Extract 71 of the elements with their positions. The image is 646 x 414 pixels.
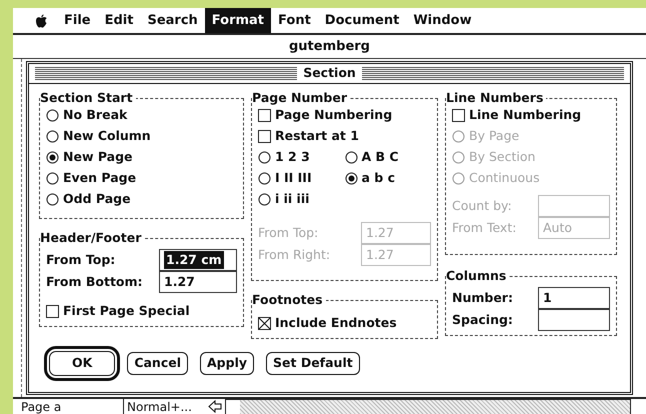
checkbox[interactable] <box>258 130 271 143</box>
option-label: Odd Page <box>63 190 131 208</box>
title-bar-stripes[interactable] <box>362 67 624 80</box>
dialog-button[interactable]: Cancel <box>127 352 188 375</box>
title-bar-stripes[interactable] <box>35 67 298 80</box>
field-label: From Bottom: <box>46 272 143 291</box>
input-field[interactable] <box>538 195 610 217</box>
field-label: Number: <box>452 288 513 307</box>
radio-button[interactable] <box>46 109 59 122</box>
input-field[interactable]: 1.27 <box>159 271 237 293</box>
option-label: Include Endnotes <box>275 314 397 332</box>
option-label: i ii iii <box>275 190 310 208</box>
group-title: Section Start <box>40 91 134 105</box>
input-field[interactable] <box>538 309 610 331</box>
field-label: From Top: <box>46 250 116 269</box>
apple-icon[interactable] <box>35 14 47 28</box>
field-label: From Right: <box>258 246 330 264</box>
radio-button[interactable] <box>344 151 358 164</box>
checkbox[interactable] <box>258 317 271 330</box>
option-label: Line Numbering <box>469 106 582 124</box>
field-label: From Text: <box>452 218 516 237</box>
radio-button[interactable] <box>46 130 59 143</box>
input-field[interactable]: 1 <box>538 287 610 309</box>
menu-item[interactable]: Font <box>271 8 318 34</box>
field-label: Count by: <box>452 196 512 215</box>
scroll-left-icon[interactable] <box>208 400 222 413</box>
option-label: Continuous <box>469 169 540 188</box>
option-label: Restart at 1 <box>275 127 359 146</box>
radio-selected[interactable] <box>344 172 358 185</box>
radio-button[interactable] <box>258 151 271 164</box>
menu-item[interactable]: File <box>57 8 98 34</box>
option-label: I II III <box>275 169 312 188</box>
dialog-button[interactable]: Set Default <box>266 352 360 375</box>
style-indicator: Normal+... <box>123 398 208 414</box>
group-title: Columns <box>446 269 508 283</box>
dialog-button[interactable]: Apply <box>200 352 254 375</box>
option-label: A B C <box>362 148 399 166</box>
input-field[interactable]: 1.27 cm <box>159 249 237 271</box>
checkbox[interactable] <box>452 109 465 122</box>
group-title: Header/Footer <box>40 231 142 245</box>
group-title: Footnotes <box>252 293 324 307</box>
menu-item[interactable]: Window <box>406 8 479 34</box>
scroll-track[interactable] <box>226 400 630 414</box>
option-label: Even Page <box>63 169 136 188</box>
dialog-title: Section <box>303 64 356 82</box>
option-label: a b c <box>362 169 395 188</box>
option-label: By Page <box>469 127 520 146</box>
menu-item[interactable]: Format <box>204 8 272 34</box>
group-title: Line Numbers <box>446 91 544 105</box>
option-label: Page Numbering <box>275 106 392 124</box>
menu-item[interactable]: Edit <box>98 8 140 34</box>
checkbox[interactable] <box>46 305 59 318</box>
field-label: Spacing: <box>452 310 513 329</box>
menu-item[interactable]: Document <box>318 8 406 34</box>
radio-selected[interactable] <box>46 151 59 164</box>
option-label: First Page Special <box>63 302 190 320</box>
group-title: Page Number <box>252 91 348 105</box>
option-label: New Column <box>63 127 151 146</box>
option-label: New Page <box>63 148 133 166</box>
menu-item[interactable]: Search <box>140 8 205 34</box>
option-label: 1 2 3 <box>275 148 310 166</box>
window-title: gutemberg <box>289 38 370 56</box>
radio-button[interactable] <box>258 172 271 185</box>
radio-button[interactable] <box>258 193 271 206</box>
page-indicator: Page a <box>20 398 62 414</box>
option-label: By Section <box>469 148 536 166</box>
field-label: From Top: <box>258 224 318 242</box>
option-label: No Break <box>63 106 128 124</box>
checkbox[interactable] <box>258 109 271 122</box>
radio-button[interactable] <box>46 172 59 185</box>
radio-button[interactable] <box>46 193 59 206</box>
